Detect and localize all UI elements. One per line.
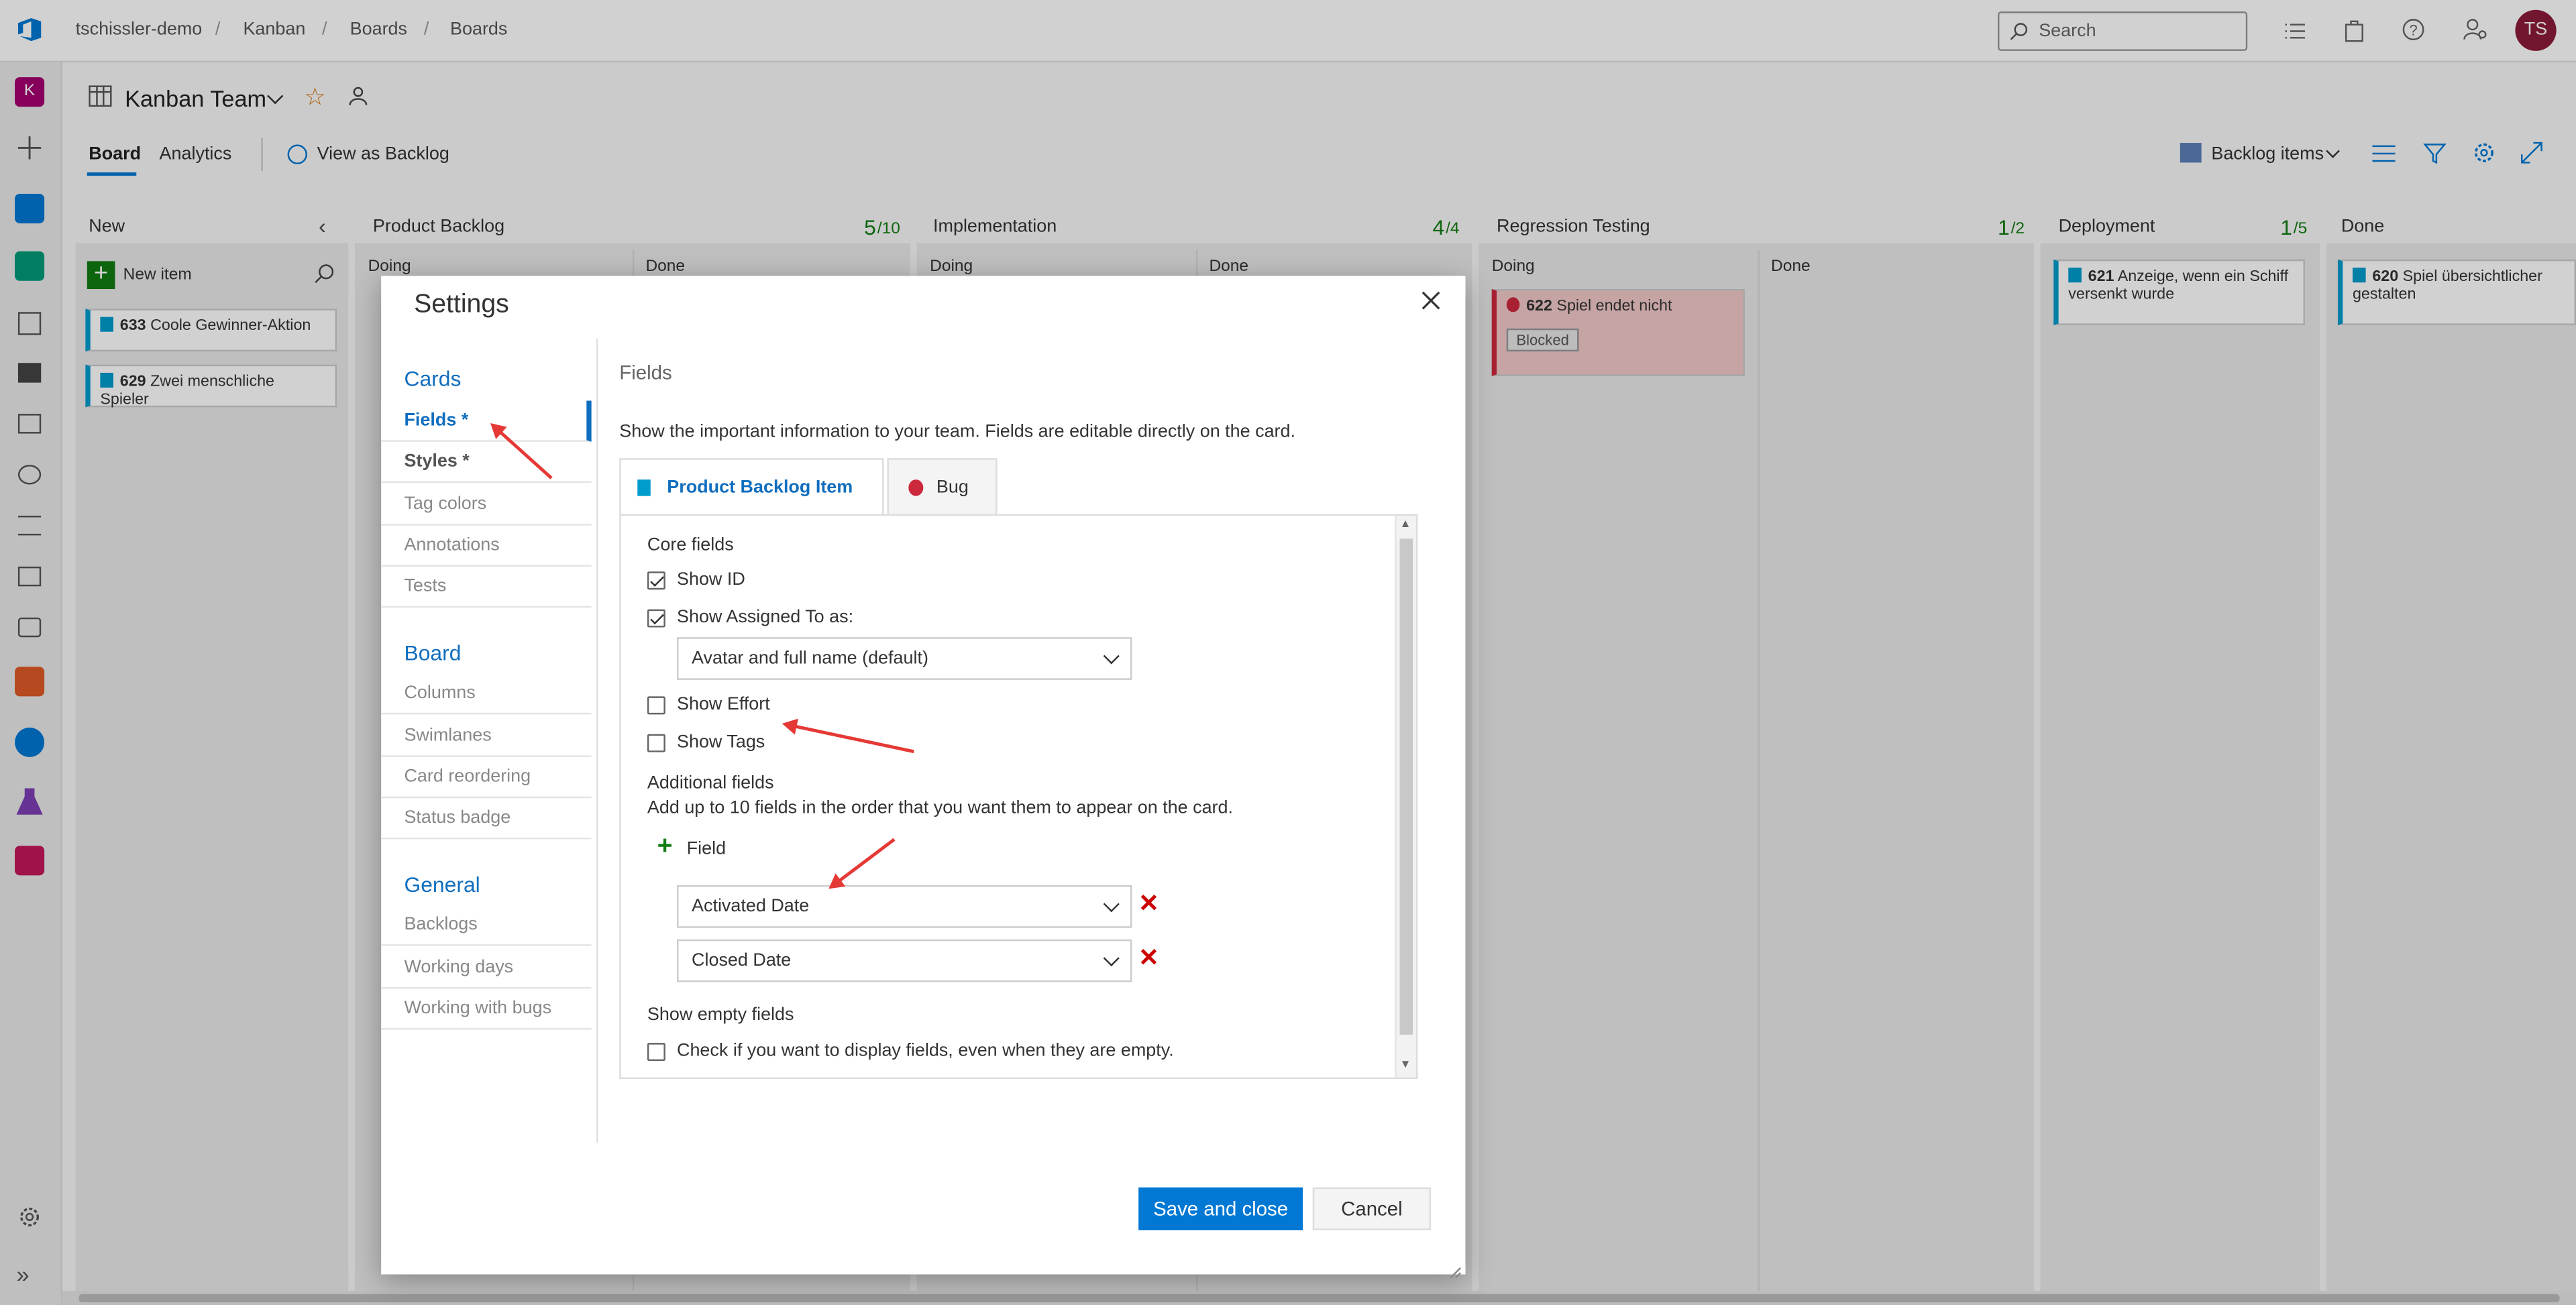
scroll-up-icon[interactable]: ▲ (1400, 519, 1411, 530)
dropdown-value: Activated Date (692, 897, 810, 917)
nav-item-annotations[interactable]: Annotations (381, 526, 592, 567)
vertical-scrollbar[interactable]: ▲ ▼ (1395, 515, 1417, 1078)
save-and-close-button[interactable]: Save and close (1138, 1187, 1303, 1231)
remove-field-2-icon[interactable]: ✕ (1138, 943, 1159, 972)
tab-bug[interactable]: Bug (887, 458, 998, 514)
nav-item-working-with-bugs[interactable]: Working with bugs (381, 988, 592, 1030)
core-fields-heading: Core fields (647, 535, 734, 555)
show-id-label: Show ID (676, 569, 745, 590)
dropdown-value: Closed Date (692, 950, 792, 971)
chevron-down-icon (1103, 896, 1120, 913)
tab-label: Product Backlog Item (667, 477, 853, 498)
show-assigned-label: Show Assigned To as: (676, 608, 854, 628)
section-title: Fields (619, 361, 672, 385)
nav-header-cards: Cards (404, 366, 462, 391)
scrollbar-thumb[interactable] (1399, 538, 1413, 1035)
show-id-checkbox[interactable] (647, 571, 665, 590)
nav-item-status-badge[interactable]: Status badge (381, 798, 592, 840)
product-backlog-item-icon (637, 479, 651, 496)
show-empty-fields-heading: Show empty fields (647, 1005, 794, 1025)
show-tags-label: Show Tags (676, 732, 765, 752)
nav-header-board: Board (404, 640, 462, 665)
show-tags-checkbox[interactable] (647, 734, 665, 752)
section-description: Show the important information to your t… (619, 422, 1296, 442)
nav-item-card-reordering[interactable]: Card reordering (381, 757, 592, 799)
dropdown-value: Avatar and full name (default) (692, 648, 928, 669)
additional-field-2-dropdown[interactable]: Closed Date (676, 939, 1132, 982)
bug-icon (908, 479, 924, 496)
nav-item-columns[interactable]: Columns (381, 673, 592, 715)
resize-handle-icon[interactable] (1449, 1258, 1462, 1279)
nav-header-general: General (404, 872, 480, 897)
nav-item-tag-colors[interactable]: Tag colors (381, 484, 592, 526)
nav-item-backlogs[interactable]: Backlogs (381, 905, 592, 946)
additional-fields-description: Add up to 10 fields in the order that yo… (647, 798, 1234, 818)
settings-nav: Cards Fields * Styles * Tag colors Annot… (381, 338, 598, 1143)
close-icon[interactable] (1419, 289, 1442, 312)
assigned-to-display-dropdown[interactable]: Avatar and full name (default) (676, 637, 1132, 680)
fields-panel: ▲ ▼ (619, 514, 1418, 1079)
tab-product-backlog-item[interactable]: Product Backlog Item (619, 458, 884, 516)
nav-item-swimlanes[interactable]: Swimlanes (381, 716, 592, 757)
show-assigned-checkbox[interactable] (647, 609, 665, 628)
show-empty-fields-label: Check if you want to display fields, eve… (676, 1041, 1174, 1062)
scroll-down-icon[interactable]: ▼ (1400, 1060, 1411, 1071)
cancel-button[interactable]: Cancel (1312, 1187, 1432, 1231)
tab-label: Bug (936, 477, 969, 498)
nav-item-working-days[interactable]: Working days (381, 948, 592, 989)
show-effort-checkbox[interactable] (647, 696, 665, 715)
additional-fields-heading: Additional fields (647, 773, 774, 793)
chevron-down-icon (1103, 950, 1120, 967)
show-effort-label: Show Effort (676, 694, 770, 715)
add-field-button[interactable]: Field (687, 839, 726, 858)
nav-item-styles[interactable]: Styles * (381, 442, 592, 484)
nav-item-fields[interactable]: Fields * (381, 400, 592, 442)
nav-item-tests[interactable]: Tests (381, 567, 592, 608)
additional-field-1-dropdown[interactable]: Activated Date (676, 885, 1132, 928)
show-empty-fields-checkbox[interactable] (647, 1043, 665, 1062)
settings-dialog: Settings Cards Fields * Styles * Tag col… (381, 276, 1466, 1279)
add-field-plus-icon[interactable]: + (657, 834, 673, 860)
dialog-title: Settings (414, 290, 509, 319)
remove-field-1-icon[interactable]: ✕ (1138, 889, 1159, 918)
chevron-down-icon (1103, 648, 1120, 665)
